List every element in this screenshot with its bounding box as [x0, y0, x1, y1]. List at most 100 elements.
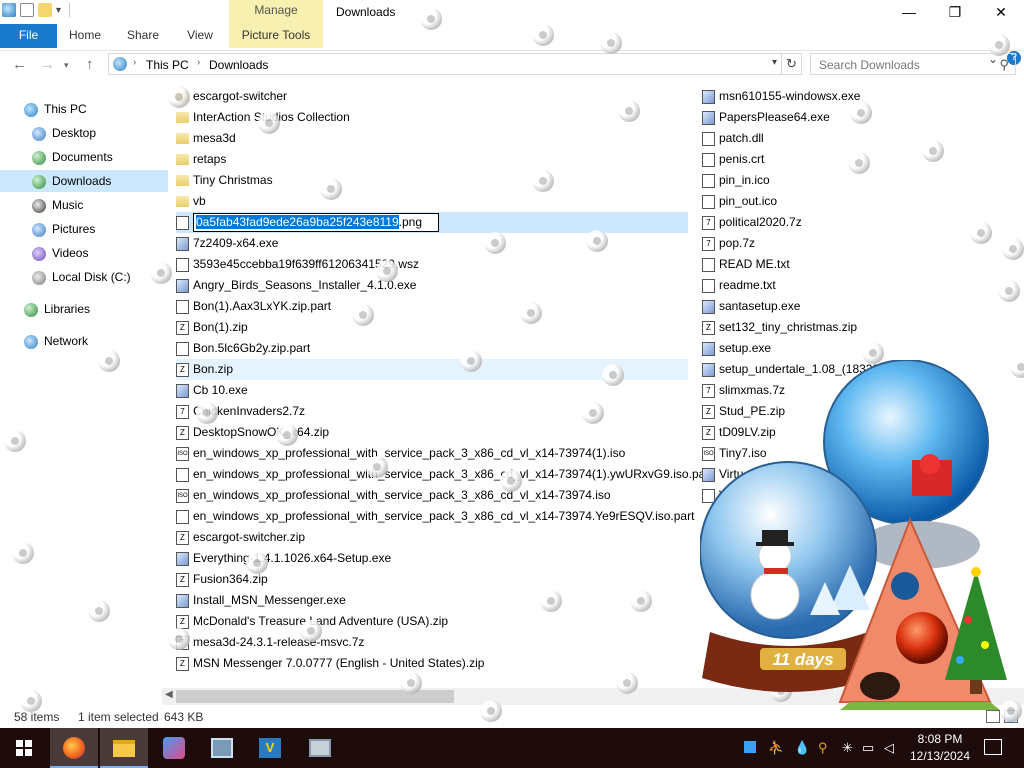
file-row[interactable]: Tiny Christmas — [176, 170, 688, 191]
file-row[interactable]: en_windows_xp_professional_with_service_… — [176, 464, 713, 485]
nav-network[interactable]: Network — [24, 330, 88, 352]
file-row[interactable]: Z McDonald's Treasure Land Adventure (USA… — [176, 611, 688, 632]
file-row[interactable]: ISO en_windows_xp_professional_with_servi… — [176, 443, 688, 464]
file-row[interactable]: 7 political2020.7z — [702, 212, 1024, 233]
file-row[interactable]: InterAction Studios Collection — [176, 107, 688, 128]
breadcrumb-this-pc[interactable]: This PC — [146, 58, 189, 72]
nav-videos[interactable]: Videos — [32, 242, 88, 264]
file-row[interactable]: patch.dll — [702, 128, 1024, 149]
properties-icon[interactable] — [20, 3, 34, 17]
recent-locations-icon[interactable]: ▾ — [64, 60, 69, 71]
file-row[interactable]: retaps — [176, 149, 688, 170]
address-dropdown-icon[interactable]: ▾ — [772, 57, 777, 68]
system-clock[interactable]: 8:08 PM 12/13/2024 — [904, 731, 976, 765]
nav-local-disk[interactable]: Local Disk (C:) — [32, 266, 131, 288]
maximize-button[interactable]: ❐ — [932, 0, 978, 24]
tab-picture-tools[interactable]: Picture Tools — [229, 24, 323, 48]
taskbar-firefox[interactable] — [50, 728, 98, 768]
scroll-left-icon[interactable]: ◀ — [165, 689, 173, 700]
file-row[interactable]: Zescargot-switcher.zip — [176, 527, 688, 548]
taskbar-app-1[interactable] — [150, 728, 198, 768]
file-row[interactable]: Everything-1.4.1.1026.x64-Setup.exe — [176, 548, 688, 569]
manage-tab-group[interactable]: Manage — [229, 3, 323, 17]
tray-app-icon[interactable] — [744, 741, 756, 753]
file-row[interactable]: setup.exe — [702, 338, 1024, 359]
file-row[interactable]: 7 pop.7z — [702, 233, 1024, 254]
taskbar-visual-studio[interactable]: V — [246, 728, 294, 768]
tray-network-icon[interactable]: ▭ — [862, 740, 874, 756]
file-row[interactable]: Z Bon.zip — [176, 359, 688, 380]
item-count: 58 items — [14, 710, 60, 724]
start-button[interactable] — [0, 728, 48, 768]
file-row[interactable]: readme.txt — [702, 275, 1024, 296]
file-row[interactable]: msn610155-windowsx.exe — [702, 86, 1024, 107]
search-input[interactable]: Search Downloads ⚲ — [810, 53, 1016, 75]
file-row-renaming[interactable]: 0a5fab43fad9ede26a9ba25f243e8119.png — [176, 212, 688, 233]
file-row[interactable]: 3593e45ccebba19f639ff61206341529.wsz — [176, 254, 688, 275]
nav-pictures[interactable]: Pictures — [32, 218, 95, 240]
file-row[interactable]: Bon(1).Aax3LxYK.zip.part — [176, 296, 688, 317]
file-row[interactable]: Z Fusion364.zip — [176, 569, 688, 590]
nav-downloads[interactable]: Downloads — [0, 170, 168, 192]
file-row[interactable]: Bon.5lc6Gb2y.zip.part — [176, 338, 688, 359]
minimize-button[interactable]: — — [886, 0, 932, 24]
file-row[interactable]: vb — [176, 191, 688, 212]
file-name: 7z2409-x64.exe — [193, 236, 279, 250]
search-icon[interactable]: ⚲ — [999, 57, 1009, 73]
taskbar-app-3[interactable] — [296, 728, 344, 768]
tray-volume-icon[interactable]: ◁ — [884, 740, 894, 756]
taskbar-file-explorer[interactable] — [100, 728, 148, 768]
up-arrow-icon[interactable]: ↑ — [86, 56, 94, 73]
breadcrumb-downloads[interactable]: Downloads — [209, 58, 268, 72]
rename-input[interactable]: 0a5fab43fad9ede26a9ba25f243e8119.png — [193, 213, 439, 233]
tray-snowflake-icon[interactable]: ✳ — [842, 740, 853, 756]
back-arrow-icon[interactable]: ← — [12, 56, 27, 73]
file-row[interactable]: escargot-switcher — [176, 86, 688, 107]
file-row[interactable]: Z MSN Messenger 7.0.0777 (English - Unite… — [176, 653, 688, 674]
forward-arrow-icon[interactable]: → — [40, 56, 55, 73]
nav-desktop[interactable]: Desktop — [32, 122, 96, 144]
new-folder-icon[interactable] — [38, 3, 52, 17]
file-row[interactable]: Angry_Birds_Seasons_Installer_4.1.0.exe — [176, 275, 688, 296]
tab-share[interactable]: Share — [113, 24, 173, 48]
selection-size: 643 KB — [164, 710, 204, 724]
file-row[interactable]: Z Bon(1).zip — [176, 317, 688, 338]
taskbar-app-2[interactable] — [198, 728, 246, 768]
file-row[interactable]: PapersPlease64.exe — [702, 107, 1024, 128]
tab-view[interactable]: View — [173, 24, 227, 48]
zip-file-icon: Z — [702, 320, 715, 335]
file-row[interactable]: Install_MSN_Messenger.exe — [176, 590, 688, 611]
file-row[interactable]: pin_in.ico — [702, 170, 1024, 191]
close-button[interactable]: ✕ — [978, 0, 1024, 24]
qat-dropdown-icon[interactable]: ▾ — [56, 5, 61, 16]
file-row[interactable]: en_windows_xp_professional_with_service_… — [176, 506, 694, 527]
file-icon — [176, 509, 189, 524]
action-center-icon[interactable] — [984, 739, 1002, 755]
nav-music[interactable]: Music — [32, 194, 83, 216]
file-row[interactable]: penis.crt — [702, 149, 1024, 170]
tray-water-icon[interactable]: 💧 — [794, 740, 810, 756]
file-row[interactable]: ISO en_windows_xp_professional_with_servi… — [176, 485, 688, 506]
tray-people-icon[interactable]: ⛹ — [768, 740, 784, 756]
file-row[interactable]: 7z2409-x64.exe — [176, 233, 688, 254]
file-row[interactable]: Cb 10.exe — [176, 380, 688, 401]
file-row[interactable]: READ ME.txt — [702, 254, 1024, 275]
refresh-button[interactable]: ↻ — [782, 53, 802, 75]
file-row[interactable]: santasetup.exe — [702, 296, 1024, 317]
nav-documents[interactable]: Documents — [32, 146, 113, 168]
file-row[interactable]: pin_out.ico — [702, 191, 1024, 212]
nav-libraries[interactable]: Libraries — [24, 298, 90, 320]
file-row[interactable]: 7 mesa3d-24.3.1-release-msvc.7z — [176, 632, 688, 653]
file-row[interactable]: mesa3d — [176, 128, 688, 149]
nav-this-pc[interactable]: This PC — [24, 98, 87, 120]
scrollbar-thumb[interactable] — [176, 690, 454, 703]
file-row[interactable]: Zset132_tiny_christmas.zip — [702, 317, 1024, 338]
tray-search-icon[interactable]: ⚲ — [818, 740, 828, 756]
file-row[interactable]: 7 ChickenInvaders2.7z — [176, 401, 688, 422]
explorer-app-icon[interactable] — [2, 3, 16, 17]
7z-file-icon: 7 — [176, 404, 189, 419]
file-row[interactable]: Z DesktopSnowOK_x64.zip — [176, 422, 688, 443]
tab-home[interactable]: Home — [57, 24, 113, 48]
tab-file[interactable]: File — [0, 24, 57, 48]
address-bar[interactable]: › This PC › Downloads ▾ — [108, 53, 782, 75]
